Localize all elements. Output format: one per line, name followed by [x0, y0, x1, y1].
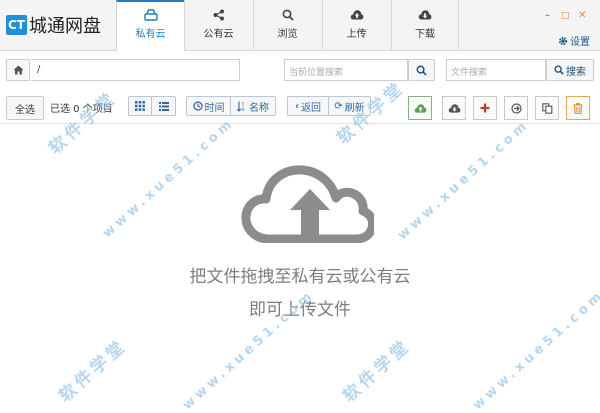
- tab-label: 私有云: [135, 29, 166, 40]
- app-logo: CT 城通网盘: [6, 12, 101, 38]
- watermark-url: www.xue51.com: [100, 115, 238, 242]
- tab-label: 公有云: [203, 29, 234, 40]
- tab-private-cloud[interactable]: 私有云: [116, 0, 184, 51]
- file-search-button[interactable]: 搜索: [546, 59, 594, 81]
- tab-public-cloud[interactable]: 公有云: [184, 0, 252, 50]
- search-button-label: 搜索: [566, 66, 586, 78]
- download-button[interactable]: [442, 96, 466, 120]
- home-icon: [13, 65, 23, 75]
- path-field[interactable]: /: [31, 59, 240, 81]
- tab-browse[interactable]: 浏览: [253, 0, 321, 50]
- app-title: 城通网盘: [29, 16, 101, 37]
- tab-label: 上传: [346, 29, 367, 40]
- trash-icon: [573, 102, 583, 114]
- sort-by-time-button[interactable]: 时间: [186, 96, 231, 116]
- sort-name-label: 名称: [249, 102, 269, 114]
- settings-button[interactable]: 设置: [558, 33, 590, 48]
- refresh-icon: ⟳: [334, 100, 343, 112]
- logo-badge: CT: [6, 15, 27, 35]
- gear-icon: [558, 36, 568, 45]
- tab-upload[interactable]: 上传: [322, 0, 390, 50]
- back-label: 返回: [301, 102, 322, 114]
- clock-icon: [192, 101, 203, 111]
- cloud-download-icon: [418, 10, 432, 20]
- upload-button[interactable]: [408, 96, 432, 120]
- select-all-button[interactable]: 全选: [6, 96, 44, 120]
- settings-label: 设置: [570, 37, 590, 48]
- copy-icon: [541, 102, 552, 114]
- copy-button[interactable]: [535, 96, 559, 120]
- move-button[interactable]: [504, 96, 528, 120]
- list-view-button[interactable]: [152, 96, 176, 116]
- watermark-text: 软件学堂: [55, 335, 132, 407]
- search-icon: [554, 65, 564, 75]
- path-row: / 当前位置搜索 文件搜索 搜索: [0, 51, 600, 85]
- tab-label: 浏览: [277, 29, 298, 40]
- location-search-button[interactable]: [408, 59, 435, 81]
- cloud-upload-icon: [414, 103, 426, 113]
- empty-hint-line1: 把文件拖拽至私有云或公有云: [189, 267, 411, 287]
- cloud-download-icon: [448, 103, 460, 113]
- drive-icon: [143, 9, 158, 21]
- file-search-input[interactable]: 文件搜索: [446, 59, 546, 81]
- grid-view-icon: [135, 101, 145, 111]
- back-button[interactable]: ‹ 返回: [287, 96, 329, 116]
- sort-numeric-icon: 1 9: [237, 101, 245, 112]
- home-button[interactable]: [6, 59, 30, 81]
- sort-by-name-button[interactable]: 1 9 名称: [231, 96, 276, 116]
- minimize-button[interactable]: –: [545, 11, 550, 21]
- top-bar: CT 城通网盘 私有云 公有云 浏览 上传 下载 – □ ✕ 设置: [0, 0, 600, 51]
- plus-icon: [480, 103, 490, 113]
- delete-button[interactable]: [566, 96, 590, 120]
- svg-text:9: 9: [242, 107, 245, 112]
- new-folder-button[interactable]: [473, 96, 497, 120]
- tab-label: 下载: [415, 29, 435, 40]
- close-button[interactable]: ✕: [578, 11, 586, 21]
- sort-time-label: 时间: [204, 102, 225, 114]
- search-icon: [282, 9, 294, 21]
- share-icon: [213, 9, 224, 21]
- grid-view-button[interactable]: [128, 96, 152, 116]
- maximize-button[interactable]: □: [561, 11, 570, 21]
- cloud-upload-icon: [241, 165, 374, 243]
- tab-download[interactable]: 下载: [391, 0, 459, 50]
- list-view-icon: [158, 101, 169, 111]
- chevron-left-icon: ‹: [294, 100, 300, 112]
- arrow-circle-right-icon: [510, 102, 522, 114]
- watermark-text: 软件学堂: [339, 335, 416, 407]
- cloud-upload-icon: [350, 10, 363, 20]
- search-icon: [416, 65, 427, 76]
- svg-text:1: 1: [242, 101, 245, 107]
- watermark-url: www.xue51.com: [395, 117, 533, 244]
